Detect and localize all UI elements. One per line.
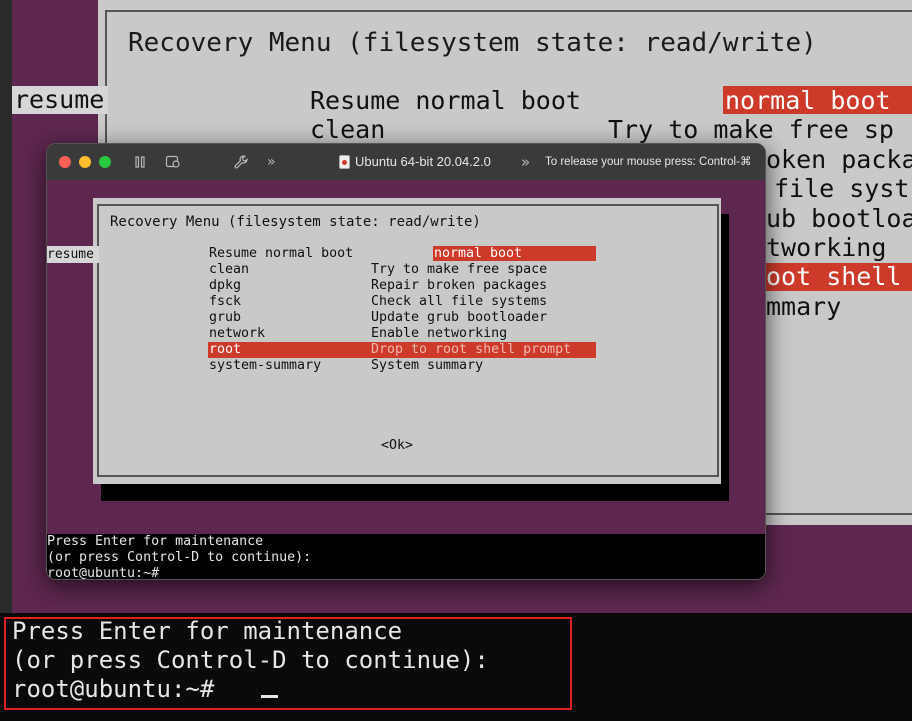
vm-console-line-1: Press Enter for maintenance xyxy=(47,534,264,549)
resume-label: resume xyxy=(47,246,99,263)
pause-icon[interactable] xyxy=(133,144,147,180)
background-menu-desc-grub: ub bootloa xyxy=(766,204,912,233)
menu-item-root[interactable]: root xyxy=(209,342,241,358)
menu-desc-grub[interactable]: Update grub bootloader xyxy=(371,310,547,326)
vm-console-text: Press Enter for maintenance (or press Con… xyxy=(47,534,312,580)
background-resume-label: resume xyxy=(12,86,108,114)
menu-desc-fsck[interactable]: Check all file systems xyxy=(371,294,547,310)
background-menu-item-resume: Resume normal boot xyxy=(310,86,581,115)
vm-console-line-3: root@ubuntu:~# xyxy=(47,566,160,580)
menu-desc-system-summary[interactable]: System summary xyxy=(371,358,483,374)
menu-desc-network[interactable]: Enable networking xyxy=(371,326,507,342)
highlight-annotation-box xyxy=(4,617,572,710)
menu-item-clean[interactable]: clean xyxy=(209,262,249,278)
background-menu-desc-root: oot shell xyxy=(766,262,902,291)
menu-item-resume[interactable]: Resume normal boot xyxy=(209,246,353,262)
window-title: Ubuntu 64-bit 20.04.2.0 xyxy=(355,154,491,169)
vm-app-icon xyxy=(339,155,350,169)
background-menu-desc-network: tworking xyxy=(766,233,887,262)
vm-console-line-2: (or press Control-D to continue): xyxy=(47,550,312,565)
background-menu-item-clean: clean xyxy=(310,115,386,144)
background-menu-desc-resume: normal boot xyxy=(725,86,891,115)
window-titlebar[interactable]: » Ubuntu 64-bit 20.04.2.0 » To release y… xyxy=(47,144,765,181)
vm-window[interactable]: » Ubuntu 64-bit 20.04.2.0 » To release y… xyxy=(46,143,766,580)
snapshot-icon[interactable] xyxy=(165,144,181,180)
background-menu-desc-dpkg: oken packa xyxy=(766,145,912,174)
menu-item-system-summary[interactable]: system-summary xyxy=(209,358,321,374)
ok-button[interactable]: <Ok> xyxy=(381,438,413,453)
background-dialog-border-top xyxy=(105,10,912,12)
background-menu-desc-summary: mmary xyxy=(766,292,842,321)
close-button[interactable] xyxy=(59,156,71,168)
minimize-button[interactable] xyxy=(79,156,91,168)
wrench-icon[interactable] xyxy=(233,144,249,180)
menu-desc-resume[interactable]: normal boot xyxy=(434,246,522,262)
background-menu-desc-fsck: file syst xyxy=(774,174,910,203)
recovery-menu-title: Recovery Menu (filesystem state: read/wr… xyxy=(110,214,481,230)
menu-desc-clean[interactable]: Try to make free space xyxy=(371,262,547,278)
background-menu-desc-clean: Try to make free sp xyxy=(608,115,894,144)
menu-desc-dpkg[interactable]: Repair broken packages xyxy=(371,278,547,294)
vm-app-icon-dot xyxy=(342,160,347,165)
chevron-right-icon[interactable]: » xyxy=(521,144,530,180)
chevron-right-icon[interactable]: » xyxy=(267,144,276,180)
mouse-release-hint: To release your mouse press: Control-⌘ xyxy=(545,156,752,168)
menu-item-fsck[interactable]: fsck xyxy=(209,294,241,310)
background-dialog-title: Recovery Menu (filesystem state: read/wr… xyxy=(128,28,817,58)
menu-item-grub[interactable]: grub xyxy=(209,310,241,326)
menu-desc-root[interactable]: Drop to root shell prompt xyxy=(371,342,571,358)
menu-item-dpkg[interactable]: dpkg xyxy=(209,278,241,294)
menu-item-network[interactable]: network xyxy=(209,326,265,342)
zoom-button[interactable] xyxy=(99,156,111,168)
